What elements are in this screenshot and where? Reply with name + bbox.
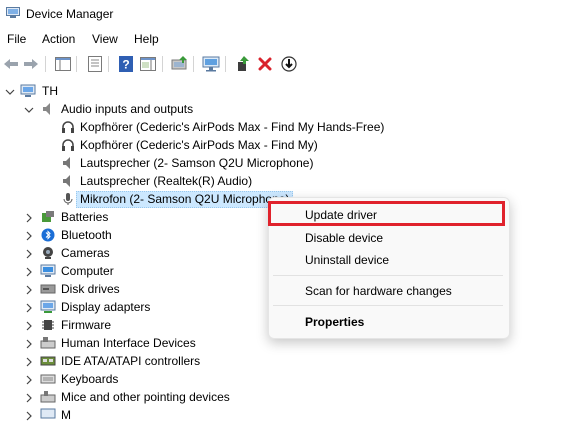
device-item-selected[interactable]: Mikrofon (2- Samson Q2U Microphone) (80, 191, 289, 207)
display-adapter-icon (40, 299, 56, 315)
scan-hardware-icon[interactable] (202, 55, 220, 73)
bluetooth-icon (40, 227, 56, 243)
title-bar: Device Manager (0, 0, 566, 28)
chevron-right-icon[interactable] (24, 411, 34, 421)
category-keyboards[interactable]: Keyboards (61, 371, 118, 387)
help-icon[interactable]: ? (117, 55, 135, 73)
menu-separator (273, 275, 503, 276)
firmware-icon (40, 317, 56, 333)
menu-view[interactable]: View (91, 32, 119, 46)
mouse-icon (40, 389, 56, 405)
headphones-icon (60, 119, 76, 135)
menu-action[interactable]: Action (41, 32, 76, 46)
category-disk-drives[interactable]: Disk drives (61, 281, 120, 297)
category-mice-pointing-devices[interactable]: Mice and other pointing devices (61, 389, 230, 405)
computer-icon (20, 83, 36, 99)
hid-icon (40, 335, 56, 351)
device-item[interactable]: Kopfhörer (Cederic's AirPods Max - Find … (80, 119, 384, 135)
back-arrow-icon[interactable] (2, 55, 20, 73)
category-cameras[interactable]: Cameras (61, 245, 110, 261)
battery-icon (40, 209, 56, 225)
menu-properties[interactable]: Properties (305, 315, 364, 329)
chevron-right-icon[interactable] (24, 213, 34, 223)
monitor-icon (40, 407, 56, 423)
chevron-right-icon[interactable] (24, 321, 34, 331)
menu-help[interactable]: Help (133, 32, 160, 46)
category-batteries[interactable]: Batteries (61, 209, 108, 225)
chevron-right-icon[interactable] (24, 393, 34, 403)
tree-root-label[interactable]: TH (42, 83, 58, 99)
device-manager-icon (6, 7, 20, 19)
chevron-right-icon[interactable] (24, 357, 34, 367)
menu-disable-device[interactable]: Disable device (305, 231, 383, 245)
enable-device-icon[interactable] (234, 55, 252, 73)
chevron-right-icon[interactable] (24, 339, 34, 349)
category-human-interface-devices[interactable]: Human Interface Devices (61, 335, 196, 351)
chevron-right-icon[interactable] (24, 375, 34, 385)
toolbar: ? (0, 52, 566, 76)
window-title: Device Manager (26, 7, 114, 21)
menu-separator (273, 305, 503, 306)
speaker-icon (60, 173, 76, 189)
chevron-right-icon[interactable] (24, 231, 34, 241)
speaker-icon (40, 101, 56, 117)
uninstall-device-icon[interactable] (256, 55, 274, 73)
chevron-right-icon[interactable] (24, 267, 34, 277)
category-ide-ata-atapi-controllers[interactable]: IDE ATA/ATAPI controllers (61, 353, 200, 369)
microphone-icon (60, 191, 76, 207)
category-firmware[interactable]: Firmware (61, 317, 111, 333)
show-hide-console-tree-icon[interactable] (54, 55, 72, 73)
camera-icon (40, 245, 56, 261)
device-item[interactable]: Kopfhörer (Cederic's AirPods Max - Find … (80, 137, 318, 153)
svg-text:?: ? (122, 58, 129, 72)
properties-icon[interactable] (86, 55, 104, 73)
disable-device-icon[interactable] (280, 55, 298, 73)
annotation-highlight-box (268, 201, 505, 226)
ide-controller-icon (40, 353, 56, 369)
category-display-adapters[interactable]: Display adapters (61, 299, 150, 315)
action-pane-icon[interactable] (139, 55, 157, 73)
category-bluetooth[interactable]: Bluetooth (61, 227, 112, 243)
speaker-icon (60, 155, 76, 171)
chevron-right-icon[interactable] (24, 249, 34, 259)
category-audio-inputs-outputs[interactable]: Audio inputs and outputs (61, 101, 193, 117)
computer-icon (40, 263, 56, 279)
keyboard-icon (40, 371, 56, 387)
category-partially-visible[interactable]: M (61, 407, 71, 423)
device-item[interactable]: Lautsprecher (Realtek(R) Audio) (80, 173, 252, 189)
chevron-down-icon[interactable] (5, 87, 15, 97)
menu-uninstall-device[interactable]: Uninstall device (305, 253, 389, 267)
chevron-right-icon[interactable] (24, 303, 34, 313)
category-computer[interactable]: Computer (61, 263, 114, 279)
forward-arrow-icon[interactable] (22, 55, 40, 73)
update-driver-icon[interactable] (170, 55, 188, 73)
chevron-down-icon[interactable] (24, 105, 34, 115)
device-item[interactable]: Lautsprecher (2- Samson Q2U Microphone) (80, 155, 313, 171)
menu-bar: File Action View Help (0, 30, 566, 50)
disk-drive-icon (40, 281, 56, 297)
menu-file[interactable]: File (6, 32, 27, 46)
headphones-icon (60, 137, 76, 153)
menu-scan-hardware-changes[interactable]: Scan for hardware changes (305, 284, 452, 298)
chevron-right-icon[interactable] (24, 285, 34, 295)
